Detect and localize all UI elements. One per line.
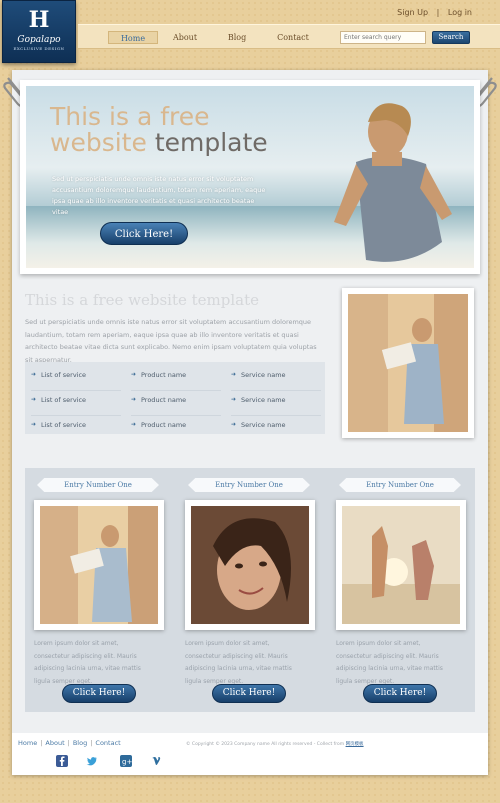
hero-text: Sed ut perspiciatis unde omnis iste natu… [52, 175, 266, 216]
nav-contact[interactable]: Contact [268, 31, 318, 44]
intro-photo-frame [342, 288, 474, 438]
top-bar: H Gopalapo EXCLUSIVE DESIGN Sign Up | Lo… [0, 0, 500, 63]
entry-text: Lorem ipsum dolor sit amet, consectetur … [34, 640, 141, 685]
copyright-link[interactable]: 网页模板 [346, 742, 364, 747]
services-column: List of service List of service List of … [31, 366, 121, 441]
map-woman-photo [348, 294, 468, 432]
entry-photo [40, 506, 158, 624]
logo[interactable]: H Gopalapo EXCLUSIVE DESIGN [2, 0, 76, 63]
footer: Home | About | Blog | Contact © Copyright © 20… [12, 733, 488, 775]
products-column: Product name Product name Product name [131, 366, 221, 441]
service-names-column: Service name Service name Service name [231, 366, 321, 441]
footer-link-contact[interactable]: Contact [95, 739, 120, 747]
signup-link[interactable]: Sign Up [397, 8, 428, 17]
entry-photo-frame [336, 500, 466, 630]
entry-photo-frame [185, 500, 315, 630]
footer-link-blog[interactable]: Blog [73, 739, 87, 747]
intro-text: Sed ut perspiciatis unde omnis iste natu… [25, 318, 317, 364]
hero-cta-button[interactable]: Click Here! [100, 222, 188, 245]
list-item[interactable]: List of service [31, 366, 121, 391]
list-item[interactable]: Product name [131, 366, 221, 391]
list-item[interactable]: Service name [231, 391, 321, 416]
account-links: Sign Up | Log in [394, 8, 475, 17]
entry-text: Lorem ipsum dolor sit amet, consectetur … [336, 640, 443, 685]
logo-mark: H [28, 7, 50, 33]
footer-links: Home | About | Blog | Contact [18, 739, 121, 747]
entry-title[interactable]: Entry Number One [339, 478, 461, 492]
entry-title[interactable]: Entry Number One [37, 478, 159, 492]
footer-link-separator: | [90, 739, 93, 747]
logo-name: Gopalapo [17, 35, 61, 45]
footer-link-separator: | [67, 739, 70, 747]
entry-photo [191, 506, 309, 624]
main-nav: Home About Blog Contact Search [78, 24, 500, 49]
entry-photo-frame [34, 500, 164, 630]
nav-about[interactable]: About [160, 31, 210, 44]
copyright-text: © Copyright © 2023 Company name All righ… [186, 742, 345, 747]
search-input[interactable] [340, 31, 426, 44]
entry-title[interactable]: Entry Number One [188, 478, 310, 492]
nav-home[interactable]: Home [108, 31, 158, 44]
intro-title: This is a free website template [25, 291, 260, 309]
list-item[interactable]: Product name [131, 391, 221, 416]
list-item[interactable]: Service name [231, 366, 321, 391]
woman-photo [334, 103, 452, 262]
hero-title-dark: template [154, 128, 268, 157]
hero-banner: This is a free website template Sed ut p… [20, 80, 480, 274]
account-links-separator: | [436, 8, 440, 17]
list-item[interactable]: List of service [31, 391, 121, 416]
hero-title-line1: This is a free [50, 102, 210, 131]
hero-image: This is a free website template Sed ut p… [26, 86, 474, 268]
twitter-icon[interactable] [86, 755, 98, 767]
login-link[interactable]: Log in [448, 8, 472, 17]
entry-text: Lorem ipsum dolor sit amet, consectetur … [185, 640, 292, 685]
entry-button[interactable]: Click Here! [212, 684, 286, 703]
logo-tagline: EXCLUSIVE DESIGN [13, 46, 65, 51]
list-item[interactable]: List of service [31, 416, 121, 441]
hero-title: This is a free website template [50, 104, 268, 156]
list-item[interactable]: Service name [231, 416, 321, 441]
facebook-icon[interactable] [56, 755, 68, 767]
svg-text:g+: g+ [122, 758, 132, 766]
footer-link-separator: | [40, 739, 43, 747]
entry-photo [342, 506, 460, 624]
search-button[interactable]: Search [432, 31, 470, 44]
hero-title-light: website [50, 128, 147, 157]
copyright: © Copyright © 2023 Company name All righ… [186, 741, 364, 747]
nav-blog[interactable]: Blog [212, 31, 262, 44]
services-list: List of service List of service List of … [25, 362, 325, 434]
entry-button[interactable]: Click Here! [363, 684, 437, 703]
footer-link-about[interactable]: About [45, 739, 64, 747]
footer-link-home[interactable]: Home [18, 739, 37, 747]
list-item[interactable]: Product name [131, 416, 221, 441]
google-plus-icon[interactable]: g+ [120, 755, 132, 767]
vimeo-icon[interactable] [150, 755, 162, 767]
entry-button[interactable]: Click Here! [62, 684, 136, 703]
